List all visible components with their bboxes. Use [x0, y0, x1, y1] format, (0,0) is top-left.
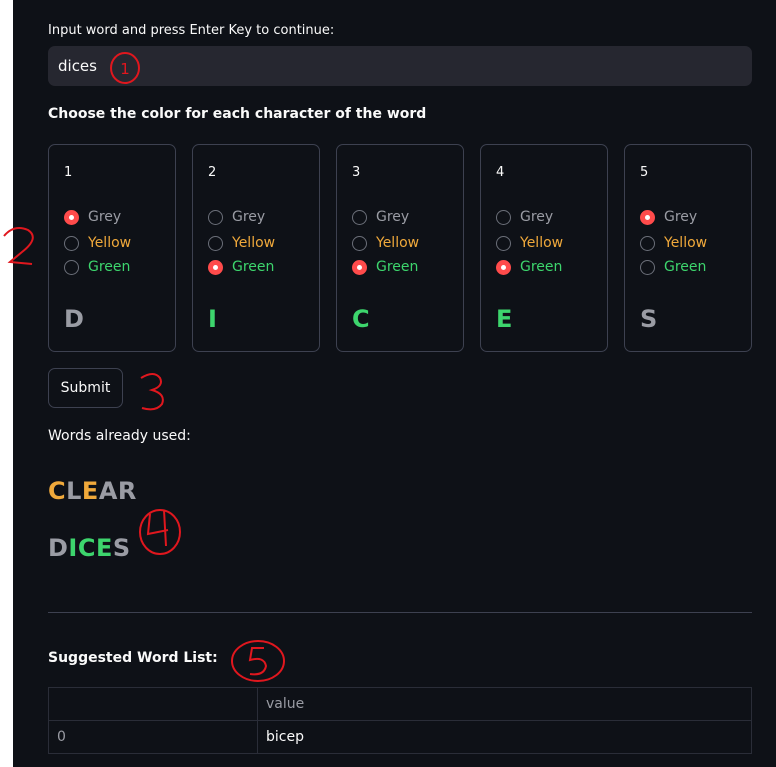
radio-label: Green: [376, 259, 419, 275]
card-number: 5: [640, 165, 649, 180]
table-row: 0 bicep: [48, 720, 752, 754]
used-word-letter: L: [66, 477, 82, 505]
color-card-1: 1 Grey Yellow Green D: [48, 144, 176, 352]
used-word-letter: S: [112, 534, 131, 562]
radio-label: Grey: [232, 209, 266, 225]
radio-button[interactable]: [352, 235, 367, 251]
radio-option-yellow[interactable]: Yellow: [64, 233, 131, 253]
card-letter: D: [64, 305, 84, 333]
radio-button[interactable]: [64, 209, 79, 225]
annotation-2: 2: [3, 227, 34, 265]
radio-button[interactable]: [208, 235, 223, 251]
annotation-4-label: 4: [160, 535, 161, 537]
card-letter: E: [496, 305, 513, 333]
radio-button[interactable]: [352, 209, 367, 225]
table-cell-value: bicep: [257, 720, 752, 754]
radio-option-grey[interactable]: Grey: [208, 207, 265, 227]
used-word-letter: E: [95, 534, 113, 562]
radio-option-yellow[interactable]: Yellow: [352, 233, 419, 253]
radio-option-grey[interactable]: Grey: [640, 207, 697, 227]
radio-option-green[interactable]: Green: [64, 257, 130, 277]
used-word-letter: I: [68, 534, 78, 562]
submit-button[interactable]: Submit: [48, 368, 123, 408]
used-word-letter: A: [98, 477, 118, 505]
radio-button[interactable]: [208, 259, 223, 275]
radio-button[interactable]: [208, 209, 223, 225]
radio-label: Green: [232, 259, 275, 275]
word-input[interactable]: [48, 46, 752, 86]
card-letter: S: [640, 305, 658, 333]
radio-option-green[interactable]: Green: [352, 257, 418, 277]
annotation-4: 4: [139, 509, 181, 555]
used-word-letter: C: [48, 477, 67, 505]
radio-label: Yellow: [88, 235, 132, 251]
annotation-5-label: 5: [258, 665, 259, 667]
used-word-letter: C: [77, 534, 96, 562]
annotation-1-label: 1: [120, 60, 130, 78]
radio-label: Green: [88, 259, 131, 275]
radio-label: Green: [664, 259, 707, 275]
radio-button[interactable]: [640, 259, 655, 275]
card-number: 4: [496, 165, 505, 180]
radio-button[interactable]: [496, 259, 511, 275]
radio-option-grey[interactable]: Grey: [64, 207, 121, 227]
radio-button[interactable]: [352, 259, 367, 275]
radio-label: Grey: [664, 209, 698, 225]
table-cell-index: 0: [48, 720, 258, 754]
radio-option-yellow[interactable]: Yellow: [640, 233, 707, 253]
radio-option-green[interactable]: Green: [208, 257, 274, 277]
used-word-letter: E: [81, 477, 99, 505]
annotation-3-label: 3: [152, 395, 153, 397]
color-card-4: 4 Grey Yellow Green E: [480, 144, 608, 352]
radio-option-grey[interactable]: Grey: [352, 207, 409, 227]
annotation-1: 1: [110, 52, 140, 84]
card-letter: C: [352, 305, 370, 333]
app-main: Input word and press Enter Key to contin…: [13, 0, 776, 767]
color-card-5: 5 Grey Yellow Green S: [624, 144, 752, 352]
card-number: 3: [352, 165, 361, 180]
used-word-letter: D: [48, 534, 69, 562]
radio-label: Yellow: [664, 235, 708, 251]
radio-label: Yellow: [520, 235, 564, 251]
table-header-index: [48, 687, 258, 721]
radio-button[interactable]: [496, 209, 511, 225]
used-word-letter: R: [117, 477, 137, 505]
radio-label: Grey: [376, 209, 410, 225]
table-header-value[interactable]: value: [257, 687, 752, 721]
radio-option-yellow[interactable]: Yellow: [208, 233, 275, 253]
radio-option-green[interactable]: Green: [640, 257, 706, 277]
radio-button[interactable]: [64, 235, 79, 251]
radio-label: Yellow: [376, 235, 420, 251]
card-number: 1: [64, 165, 73, 180]
table-header-row: value: [48, 687, 752, 721]
used-words-title: Words already used:: [48, 428, 191, 444]
radio-button[interactable]: [496, 235, 511, 251]
radio-button[interactable]: [64, 259, 79, 275]
suggested-table: value 0 bicep: [48, 687, 752, 754]
color-card-3: 3 Grey Yellow Green C: [336, 144, 464, 352]
annotation-5: 5: [231, 640, 285, 682]
color-section-title: Choose the color for each character of t…: [48, 106, 427, 122]
radio-label: Yellow: [232, 235, 276, 251]
radio-button[interactable]: [640, 209, 655, 225]
color-card-2: 2 Grey Yellow Green I: [192, 144, 320, 352]
annotation-3: 3: [140, 373, 164, 411]
suggested-title: Suggested Word List:: [48, 650, 218, 666]
radio-label: Green: [520, 259, 563, 275]
card-letter: I: [208, 305, 217, 333]
radio-label: Grey: [88, 209, 122, 225]
radio-label: Grey: [520, 209, 554, 225]
used-word: CLEAR: [48, 477, 137, 505]
divider: [48, 612, 752, 613]
used-word: DICES: [48, 534, 131, 562]
radio-option-yellow[interactable]: Yellow: [496, 233, 563, 253]
radio-option-green[interactable]: Green: [496, 257, 562, 277]
radio-button[interactable]: [640, 235, 655, 251]
radio-option-grey[interactable]: Grey: [496, 207, 553, 227]
input-label: Input word and press Enter Key to contin…: [48, 23, 335, 38]
card-number: 2: [208, 165, 217, 180]
